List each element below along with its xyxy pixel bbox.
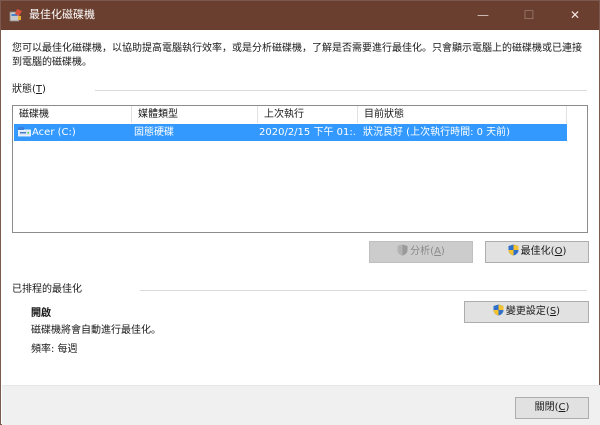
schedule-state: 開啟 bbox=[31, 308, 51, 319]
schedule-group-divider bbox=[140, 290, 587, 291]
column-header-last-run[interactable]: 上次執行 bbox=[258, 106, 358, 123]
status-group-label: 狀態(T) bbox=[12, 84, 46, 95]
status-group-divider bbox=[95, 90, 587, 91]
defrag-app-icon bbox=[9, 9, 22, 22]
column-header-media-type[interactable]: 媒體類型 bbox=[132, 106, 258, 123]
drive-media-type: 固態硬碟 bbox=[134, 127, 174, 138]
schedule-frequency: 頻率: 每週 bbox=[31, 344, 78, 355]
uac-shield-icon bbox=[397, 244, 408, 256]
drive-icon bbox=[18, 127, 31, 137]
description-text: 您可以最佳化磁碟機，以協助提高電腦執行效率，或是分析磁碟機，了解是否需要進行最佳… bbox=[12, 43, 582, 68]
change-settings-button[interactable]: 變更設定(S) bbox=[464, 301, 589, 323]
drive-last-run: 2020/2/15 下午 01:... bbox=[259, 127, 357, 138]
maximize-button[interactable]: ☐ bbox=[506, 1, 552, 30]
column-header-drive[interactable]: 磁碟機 bbox=[13, 106, 132, 123]
close-button[interactable]: 關閉(C) bbox=[515, 397, 589, 419]
drive-name: Acer (C:) bbox=[32, 127, 76, 138]
analyze-button[interactable]: 分析(A) bbox=[369, 241, 473, 263]
minimize-button[interactable]: — bbox=[460, 1, 506, 30]
uac-shield-icon bbox=[493, 304, 504, 316]
schedule-description: 磁碟機將會自動進行最佳化。 bbox=[31, 325, 161, 336]
drive-list-header: 磁碟機 媒體類型 上次執行 目前狀態 bbox=[13, 106, 587, 123]
schedule-group-label: 已排程的最佳化 bbox=[12, 284, 82, 295]
close-window-button[interactable]: ✕ bbox=[552, 1, 598, 30]
optimize-drives-window: 最佳化磁碟機 — ☐ ✕ 您可以最佳化磁碟機，以協助提高電腦執行效率，或是分析磁… bbox=[0, 0, 600, 425]
uac-shield-icon bbox=[508, 244, 519, 256]
title-bar[interactable]: 最佳化磁碟機 — ☐ ✕ bbox=[1, 1, 599, 30]
column-header-status[interactable]: 目前狀態 bbox=[358, 106, 567, 123]
optimize-button[interactable]: 最佳化(O) bbox=[485, 241, 589, 263]
dialog-footer: 關閉(C) bbox=[2, 385, 600, 425]
window-title: 最佳化磁碟機 bbox=[29, 8, 95, 21]
drive-list[interactable]: 磁碟機 媒體類型 上次執行 目前狀態 Acer (C:) 固態硬碟 2020/2… bbox=[12, 105, 588, 233]
drive-row[interactable]: Acer (C:) 固態硬碟 2020/2/15 下午 01:... 狀況良好 … bbox=[14, 124, 567, 141]
drive-status: 狀況良好 (上次執行時間: 0 天前) bbox=[363, 127, 511, 138]
